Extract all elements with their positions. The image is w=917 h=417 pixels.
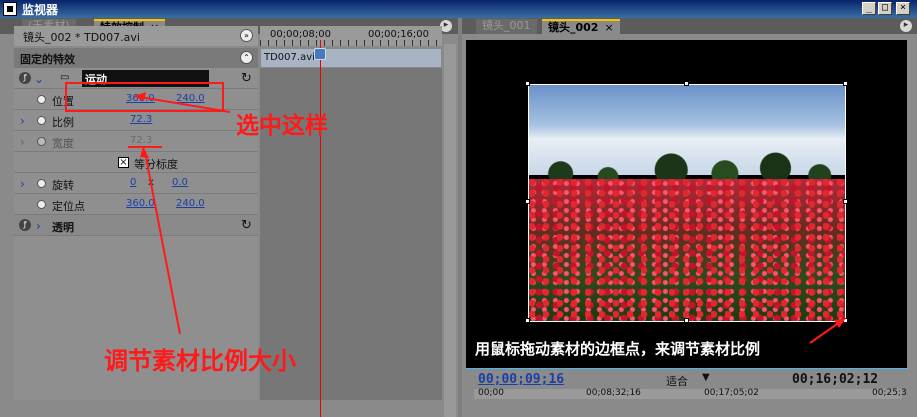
monitor-controls: 00;00;09;16 适合 ▼ 00;16;02;12 00;00 00;08… — [466, 369, 907, 399]
stopwatch-icon[interactable] — [37, 179, 46, 188]
annotation-drag-hint: 用鼠标拖动素材的边框点，来调节素材比例 — [475, 340, 761, 358]
stopwatch-icon[interactable] — [37, 200, 46, 209]
reset-icon[interactable]: ↻ — [241, 71, 252, 86]
clip-name: 镜头_002 * TD007.avi — [23, 31, 140, 44]
tab-clip-002-label: 镜头_002 — [548, 21, 599, 34]
show-timeline-icon[interactable]: » — [240, 29, 253, 42]
motion-transform-icon[interactable]: ▭ — [60, 72, 69, 83]
tab-clip-002[interactable]: 镜头_002 × — [542, 19, 620, 34]
expand-chevron-icon[interactable]: ⌄ — [34, 72, 44, 86]
app-icon — [3, 2, 17, 16]
ruler-timecode-end: 00;00;16;00 — [368, 29, 430, 40]
position-y-value[interactable]: 240.0 — [176, 93, 205, 104]
tab-close-icon[interactable]: × — [604, 21, 613, 34]
rotation-separator: x — [148, 177, 154, 188]
scale-tick-label: 00;00 — [478, 388, 504, 398]
anchor-y-value[interactable]: 240.0 — [176, 198, 205, 209]
rotation-row[interactable]: › 旋转 0 x 0.0 — [14, 173, 258, 194]
expand-triangle-icon[interactable]: › — [20, 114, 25, 128]
bbox-handle-mid-right[interactable] — [843, 199, 848, 204]
reset-icon[interactable]: ↻ — [241, 218, 252, 233]
minimize-button[interactable]: _ — [862, 2, 876, 15]
collapse-icon[interactable]: ⌃ — [240, 51, 253, 64]
timeline-ruler[interactable]: 00;00;08;00 00;00;16;00 — [260, 26, 442, 46]
anchor-point-label: 定位点 — [52, 200, 85, 213]
stopwatch-icon[interactable] — [37, 95, 46, 104]
timeline-clip-name: TD007.avi — [264, 52, 315, 63]
rotation-turns-value[interactable]: 0 — [130, 177, 136, 188]
expand-triangle-icon: › — [20, 135, 25, 149]
motion-label[interactable]: 运动 — [82, 70, 209, 87]
stopwatch-icon — [37, 137, 46, 146]
scale-tick-label: 00;08;32;16 — [586, 388, 641, 398]
timeline-clip[interactable]: TD007.avi — [260, 48, 442, 68]
scale-tick-label: 00;17;05;02 — [704, 388, 759, 398]
scale-label: 比例 — [52, 116, 74, 129]
playhead-handle[interactable] — [314, 48, 326, 60]
rotation-label: 旋转 — [52, 179, 74, 192]
current-timecode[interactable]: 00;00;09;16 — [478, 372, 564, 387]
motion-row[interactable]: ƒ ⌄ ▭ 运动 ↻ — [14, 68, 258, 89]
maximize-button[interactable]: □ — [878, 2, 892, 15]
ruler-timecode-start: 00;00;08;00 — [270, 29, 332, 40]
close-button[interactable]: × — [896, 2, 910, 15]
clip-header: 镜头_002 * TD007.avi » — [14, 26, 258, 46]
bbox-handle-top-right[interactable] — [843, 81, 848, 86]
bbox-handle-top-mid[interactable] — [684, 81, 689, 86]
position-x-value[interactable]: 360.0 — [126, 93, 155, 104]
anchor-x-value[interactable]: 360.0 — [126, 198, 155, 209]
width-row: › 宽度 72.3 — [14, 131, 258, 152]
expand-triangle-icon[interactable]: › — [36, 219, 41, 233]
bbox-handle-mid-left[interactable] — [525, 199, 530, 204]
monitor-time-ruler[interactable]: 00;00 00;08;32;16 00;17;05;02 00;25;3 — [474, 388, 907, 399]
opacity-row[interactable]: ƒ › 透明 ↻ — [14, 215, 258, 236]
left-scrollbar[interactable] — [444, 44, 456, 417]
annotation-adjust-scale: 调节素材比例大小 — [104, 347, 296, 375]
scale-row[interactable]: › 比例 72.3 — [14, 110, 258, 131]
video-frame-poppy-field[interactable] — [528, 84, 846, 322]
duration-timecode: 00;16;02;12 — [792, 372, 879, 387]
width-label: 宽度 — [52, 137, 74, 150]
rotation-degrees-value[interactable]: 0.0 — [172, 177, 188, 188]
bbox-handle-bottom-left[interactable] — [525, 318, 530, 323]
dropdown-chevron-icon[interactable]: ▼ — [702, 372, 710, 383]
poppy-field — [529, 179, 845, 321]
fixed-effects-header: 固定的特效 ⌃ — [14, 48, 258, 68]
position-row[interactable]: 位置 360.0 240.0 — [14, 89, 258, 110]
width-value: 72.3 — [130, 135, 153, 146]
ruler-ticks — [260, 40, 442, 46]
uniform-scale-row[interactable]: × 等分标度 — [14, 152, 258, 173]
fx-toggle-icon[interactable]: ƒ — [19, 219, 31, 231]
annotation-select-this: 选中这样 — [236, 113, 328, 139]
expand-triangle-icon[interactable]: › — [20, 177, 25, 191]
window-title: 监视器 — [22, 3, 59, 17]
opacity-label: 透明 — [52, 221, 74, 234]
position-label: 位置 — [52, 95, 74, 108]
scale-value[interactable]: 72.3 — [130, 114, 152, 125]
bbox-handle-bottom-mid[interactable] — [684, 318, 689, 323]
fx-toggle-icon[interactable]: ƒ — [19, 72, 31, 84]
panel-menu-icon[interactable]: ▸ — [900, 20, 912, 32]
uniform-scale-label: 等分标度 — [134, 158, 178, 171]
anchor-point-row[interactable]: 定位点 360.0 240.0 — [14, 194, 258, 215]
fixed-effects-label: 固定的特效 — [20, 53, 75, 66]
bbox-handle-bottom-right[interactable] — [843, 318, 848, 323]
title-bar: 监视器 _ □ × — [0, 0, 917, 18]
playhead-line[interactable] — [320, 40, 321, 417]
fit-label[interactable]: 适合 — [666, 373, 688, 389]
right-tab-strip: 镜头_001 镜头_002 × ▸ — [462, 18, 917, 34]
scale-tick-label: 00;25;3 — [872, 388, 907, 398]
stopwatch-icon[interactable] — [37, 116, 46, 125]
tab-clip-001[interactable]: 镜头_001 — [476, 19, 537, 34]
uniform-scale-checkbox[interactable]: × — [118, 157, 129, 168]
bbox-handle-top-left[interactable] — [525, 81, 530, 86]
